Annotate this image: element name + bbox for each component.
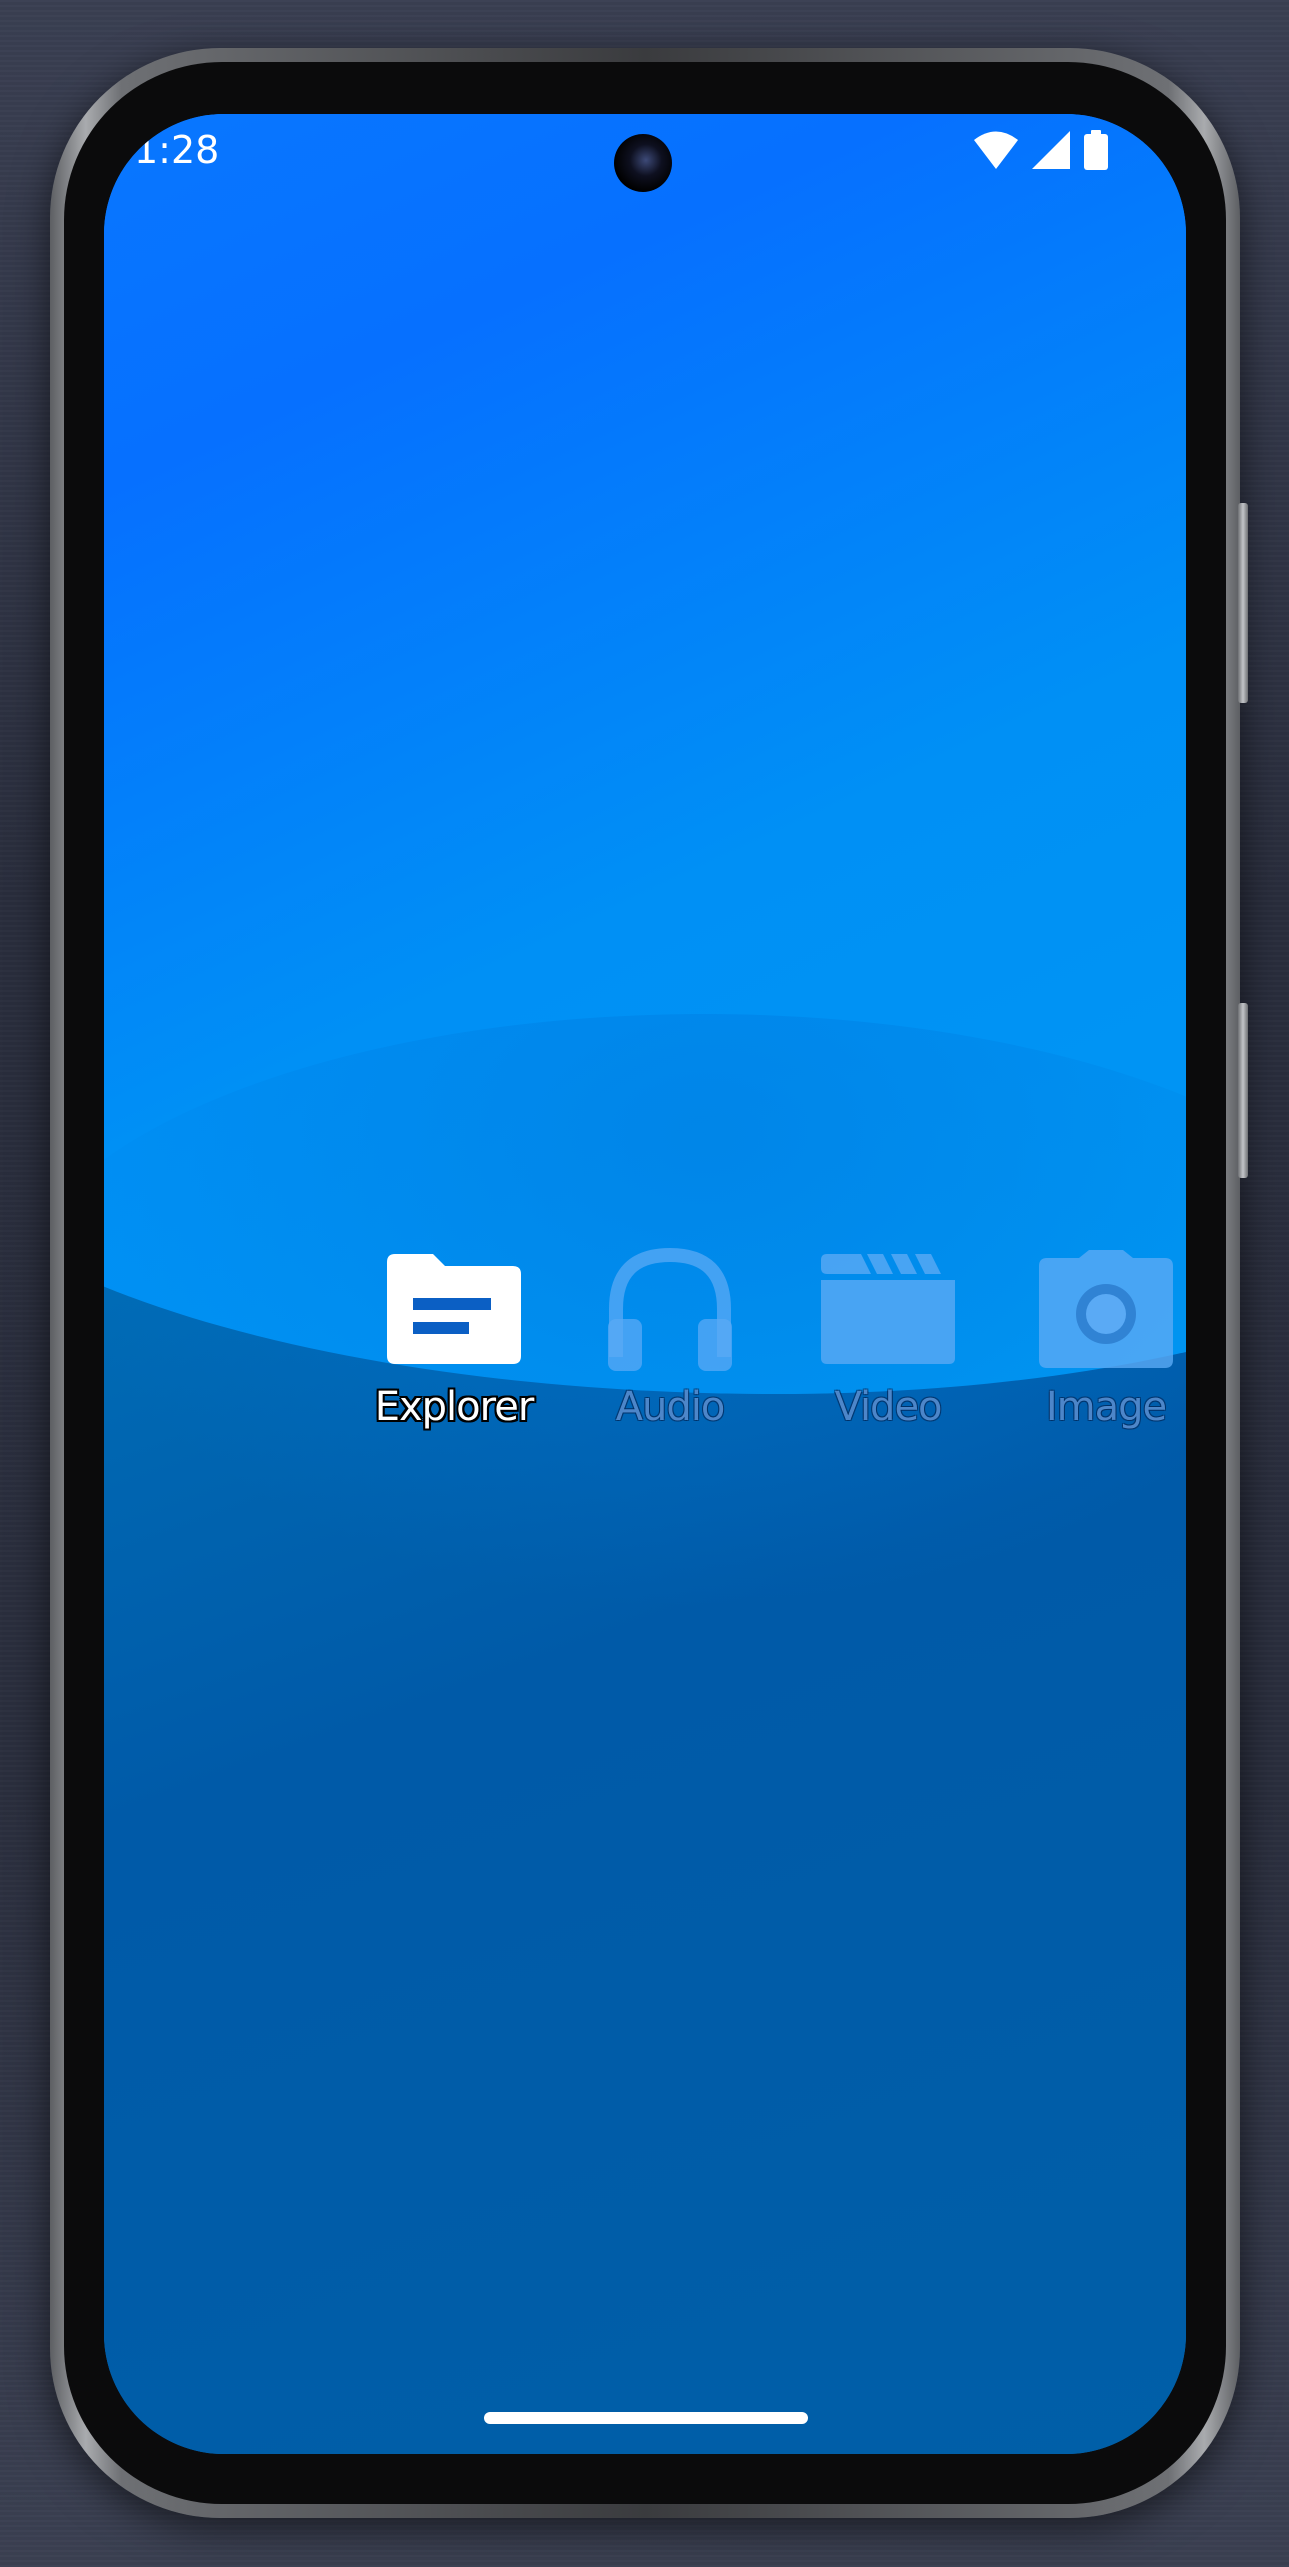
wifi-icon [974, 131, 1018, 169]
app-label: Video [834, 1384, 942, 1430]
app-carousel: Explorer Audio Video Image [104, 1244, 1186, 1444]
app-video[interactable]: Video [788, 1244, 988, 1430]
signal-icon [1032, 131, 1070, 169]
front-camera [614, 134, 672, 192]
status-clock: 1:28 [134, 128, 220, 172]
volume-button [1238, 503, 1248, 703]
headphones-icon [608, 1247, 732, 1371]
battery-icon [1084, 130, 1108, 170]
device-screen: 1:28 Explorer Audio Video Image [104, 114, 1186, 2454]
app-explorer[interactable]: Explorer [354, 1244, 554, 1430]
app-label: Explorer [374, 1384, 535, 1430]
clapperboard-icon [821, 1254, 955, 1364]
status-icons [974, 130, 1108, 170]
folder-icon [387, 1254, 521, 1364]
power-button [1238, 1003, 1248, 1178]
app-audio[interactable]: Audio [570, 1244, 770, 1430]
home-indicator[interactable] [484, 2412, 808, 2424]
app-label: Audio [615, 1384, 726, 1430]
app-image[interactable]: Image [1006, 1244, 1186, 1430]
camera-icon [1039, 1250, 1173, 1368]
app-label: Image [1045, 1384, 1167, 1430]
